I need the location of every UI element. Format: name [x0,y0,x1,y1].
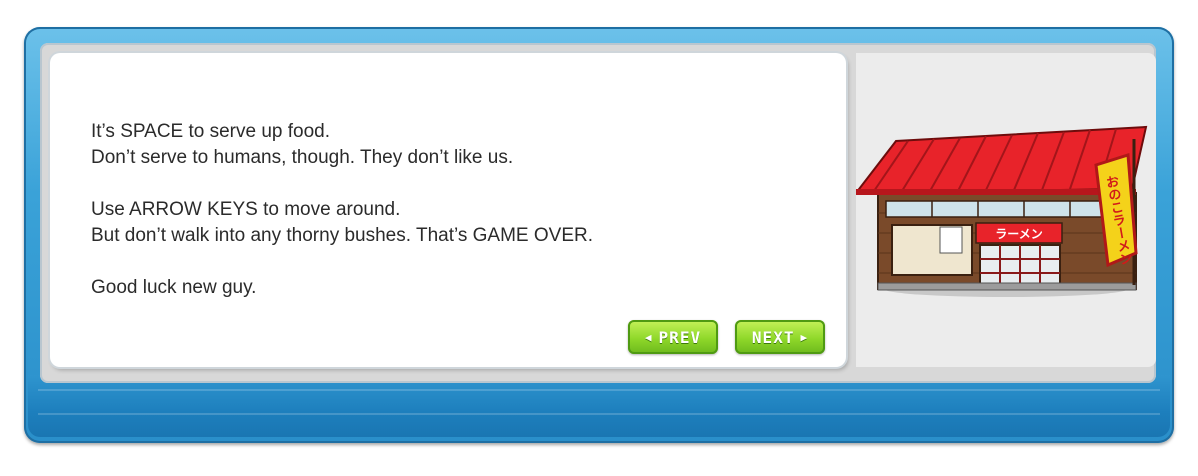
band-stripe [38,389,1160,391]
shop-sign-text: ラーメン [995,227,1043,241]
next-button[interactable]: NEXT ▶ [735,320,825,354]
dialog-line: But don’t walk into any thorny bushes. T… [91,225,593,246]
next-button-label: NEXT [751,327,795,347]
upper-windows [885,200,1117,218]
frame-bottom-band [28,375,1170,437]
ramen-shop-illustration: ラーメン おのこラーメン [853,125,1148,297]
band-stripe [38,413,1160,415]
triangle-right-icon: ▶ [800,330,809,344]
dialog-text-panel: It’s SPACE to serve up food. Don’t serve… [50,53,846,367]
dialog-line: It’s SPACE to serve up food. [91,121,331,142]
dialog-line: Use ARROW KEYS to move around. [91,199,401,220]
dialog-text: It’s SPACE to serve up food. Don’t serve… [91,119,593,301]
roof-edge [856,189,1136,195]
shop-base [877,282,1137,291]
dialog-line: Don’t serve to humans, though. They don’… [91,147,514,168]
dialog-spacer [91,249,593,275]
prev-button[interactable]: ◀ PREV [628,320,718,354]
dialog-line: Good luck new guy. [91,277,257,298]
prev-button-label: PREV [658,327,702,347]
menu-board [939,226,963,254]
triangle-left-icon: ◀ [644,330,653,344]
shop-illustration-panel: ラーメン おのこラーメン [853,53,1156,367]
dialog-spacer [91,171,593,197]
